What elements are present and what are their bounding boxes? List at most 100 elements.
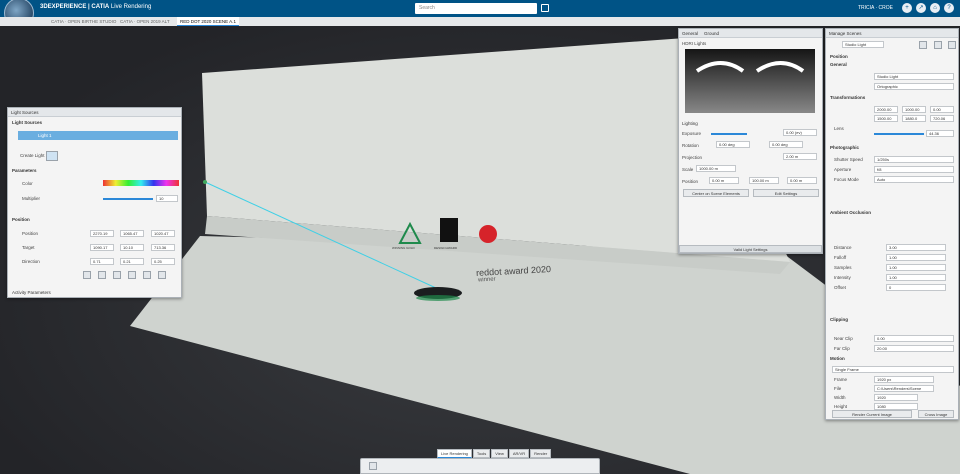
center-on-scene-button[interactable]: Center on Scene Elements: [683, 189, 749, 197]
cross-image-button[interactable]: Cross Image: [918, 410, 954, 418]
move-icon[interactable]: [143, 271, 151, 279]
position-z[interactable]: 1020.47: [151, 230, 175, 237]
clip-row-1-field[interactable]: 20.00: [874, 345, 954, 352]
motion-row-3-field[interactable]: 1080: [874, 403, 918, 410]
target-x[interactable]: 1090.17: [90, 244, 114, 251]
lighting-heading: Lighting: [682, 121, 698, 126]
bottom-tab-2[interactable]: View: [491, 449, 508, 458]
bottom-tab-4[interactable]: Render: [530, 449, 552, 458]
transform-y[interactable]: 1000.00: [902, 106, 926, 113]
eye-icon[interactable]: [83, 271, 91, 279]
position-heading[interactable]: Position: [12, 217, 30, 222]
section-position[interactable]: Position: [830, 54, 848, 59]
section-transformations[interactable]: Transformations: [830, 95, 865, 100]
ao-row-0-field[interactable]: 3.00: [886, 244, 946, 251]
clip-row-0-field[interactable]: 0.00: [874, 335, 954, 342]
bottom-tabs: Live Rendering Tools View AR/VR Render: [437, 449, 552, 458]
section-general[interactable]: General: [830, 62, 847, 67]
top-bar: 3DEXPERIENCE | CATIA Live Rendering Sear…: [0, 0, 960, 28]
transform-y2[interactable]: 1880.0: [902, 115, 926, 122]
props-panel-title: Manage Scenes: [826, 29, 958, 38]
search-input[interactable]: Search: [415, 3, 537, 14]
snap-icon[interactable]: [128, 271, 136, 279]
env-tab-ground[interactable]: Ground: [704, 31, 719, 36]
general-name-field[interactable]: Studio Light: [874, 73, 954, 80]
section-photographic[interactable]: Photographic: [830, 145, 859, 150]
exposure-slider[interactable]: [711, 133, 747, 135]
share-icon[interactable]: ↗: [916, 3, 926, 13]
settings-icon[interactable]: [948, 41, 956, 49]
projection-field[interactable]: 2.00 m: [783, 153, 817, 160]
light-name: Light 1: [38, 133, 52, 138]
help-icon[interactable]: ?: [944, 3, 954, 13]
lens-field[interactable]: 44.36: [926, 130, 954, 137]
env-position-z[interactable]: 0.00 m: [787, 177, 817, 184]
motion-row-0-field[interactable]: 1920 px: [874, 376, 934, 383]
motion-combo[interactable]: Single Frame: [832, 366, 954, 373]
target-z[interactable]: 713.36: [151, 244, 175, 251]
bottom-tab-3[interactable]: AR/VR: [508, 449, 530, 458]
ao-row-1-field[interactable]: 1.00: [886, 254, 946, 261]
tab-2[interactable]: RED DOT 2020 SCENE A.1: [177, 17, 239, 26]
section-motion[interactable]: Motion: [830, 356, 845, 361]
render-image-button[interactable]: Render Current Image: [832, 410, 912, 418]
direction-y[interactable]: 0.21: [120, 258, 144, 265]
photo-row-1-field[interactable]: f/8: [874, 166, 954, 173]
bottom-tab-0[interactable]: Live Rendering: [437, 449, 472, 458]
plus-icon[interactable]: +: [902, 3, 912, 13]
tag-icon[interactable]: [541, 4, 549, 12]
parameters-heading[interactable]: Parameters: [12, 168, 37, 173]
ao-row-3-field[interactable]: 1.00: [886, 274, 946, 281]
ao-row-4-field[interactable]: 0: [886, 284, 946, 291]
light-source-marker[interactable]: [203, 180, 207, 184]
ao-row-2-label: Samples: [834, 265, 852, 270]
edit-settings-button[interactable]: Edit Settings: [753, 189, 819, 197]
hdri-preview[interactable]: [685, 49, 815, 113]
user-name[interactable]: TRICIA · CROE: [858, 5, 893, 11]
env-position-x[interactable]: 0.00 m: [709, 177, 739, 184]
light-sources-heading[interactable]: Light Sources: [12, 120, 42, 125]
position-y[interactable]: 1065.47: [120, 230, 144, 237]
exposure-field[interactable]: 0.00 (ev): [783, 129, 817, 136]
rotation-field-1[interactable]: 0.00 deg: [716, 141, 750, 148]
transform-x2[interactable]: 1500.00: [874, 115, 898, 122]
photo-row-2-field[interactable]: Auto: [874, 176, 954, 183]
multiplier-field[interactable]: 10: [156, 195, 178, 202]
section-clipping[interactable]: Clipping: [830, 317, 848, 322]
section-ambient-occlusion[interactable]: Ambient Occlusion: [830, 210, 871, 215]
general-type-field[interactable]: Ortographic: [874, 83, 954, 90]
target-y[interactable]: 10.10: [120, 244, 144, 251]
tab-0[interactable]: CATIA · OPEN BIRTHE STUDIO: [48, 17, 119, 26]
transform-x[interactable]: 2000.00: [874, 106, 898, 113]
create-light-button[interactable]: [46, 151, 58, 161]
photo-row-0-field[interactable]: 1/250s: [874, 156, 954, 163]
light-list-item[interactable]: Light 1: [18, 131, 178, 140]
transform-z2[interactable]: 720.06: [930, 115, 954, 122]
position-x[interactable]: 2270.19: [90, 230, 114, 237]
add-scene-icon[interactable]: [919, 41, 927, 49]
activity-parameters-heading[interactable]: Activity Parameters: [12, 290, 51, 295]
color-spectrum[interactable]: [103, 180, 179, 186]
camera-icon[interactable]: [934, 41, 942, 49]
motion-row-2-field[interactable]: 1920: [874, 394, 918, 401]
env-position-y[interactable]: 100.00 m: [749, 177, 779, 184]
env-tab-general[interactable]: General: [682, 31, 698, 36]
direction-x[interactable]: 0.71: [90, 258, 114, 265]
multiplier-slider[interactable]: [103, 198, 153, 200]
transform-z[interactable]: 0.00: [930, 106, 954, 113]
target-label: Target: [22, 245, 35, 250]
motion-row-1-field[interactable]: C:\Users\Renders\Scene: [874, 385, 934, 392]
tab-1[interactable]: CATIA · OPEN 2019 ALT: [117, 17, 173, 26]
bottom-tab-1[interactable]: Tools: [472, 449, 491, 458]
rotation-field-2[interactable]: 0.00 deg: [769, 141, 803, 148]
scale-field[interactable]: 1000.00 m: [696, 165, 736, 172]
scene-combo[interactable]: Studio Light: [842, 41, 884, 48]
rotate-icon[interactable]: [158, 271, 166, 279]
ao-row-2-field[interactable]: 1.00: [886, 264, 946, 271]
direction-z[interactable]: 0.25: [151, 258, 175, 265]
aim-icon[interactable]: [113, 271, 121, 279]
lens-slider[interactable]: [874, 133, 924, 135]
align-icon[interactable]: [98, 271, 106, 279]
panel-icon[interactable]: [369, 462, 377, 470]
home-icon[interactable]: ⌂: [930, 3, 940, 13]
